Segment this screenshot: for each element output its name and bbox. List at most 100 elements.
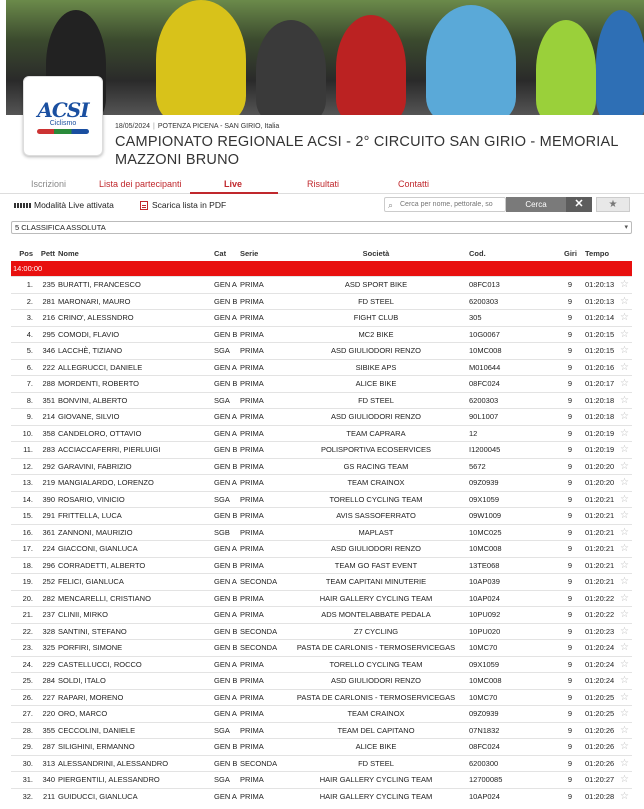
star-outline-icon[interactable]: ☆ <box>620 360 629 376</box>
col-header-pett[interactable]: Pett <box>37 246 55 261</box>
table-row[interactable]: 20. 282 MENCARELLI, CRISTIANO GEN B PRIMA HAI… <box>11 589 632 607</box>
table-row[interactable]: 32. 211 GUIDUCCI, GIANLUCA GEN A PRIMA HAIR G… <box>11 787 632 805</box>
table-row[interactable]: 27. 220 ORO, MARCO GEN A PRIMA TEAM CRAINOX 09… <box>11 705 632 722</box>
star-outline-icon[interactable]: ☆ <box>620 739 629 755</box>
table-row[interactable]: 9. 214 GIOVANE, SILVIO GEN A PRIMA ASD GIULIO… <box>11 408 632 425</box>
tab-contatti[interactable]: Contatti <box>398 179 429 189</box>
search-input[interactable] <box>400 201 504 208</box>
col-header-cod[interactable]: Cod. <box>469 246 486 261</box>
table-row[interactable]: 6. 222 ALLEGRUCCI, DANIELE GEN A PRIMA SIBIKE… <box>11 358 632 376</box>
table-row[interactable]: 12. 292 GARAVINI, FABRIZIO GEN B PRIMA GS RAC… <box>11 457 632 475</box>
star-outline-icon[interactable]: ☆ <box>620 294 629 310</box>
row-category: GEN B <box>214 643 238 652</box>
row-time: 01:20:21 <box>585 544 615 553</box>
star-outline-icon[interactable]: ☆ <box>620 426 629 442</box>
download-pdf-link[interactable]: Scarica lista in PDF <box>140 200 226 210</box>
table-row[interactable]: 22. 328 SANTINI, STEFANO GEN B SECONDA Z7 CYC… <box>11 622 632 640</box>
tab-risultati[interactable]: Risultati <box>307 179 339 189</box>
table-row[interactable]: 18. 296 CORRADETTI, ALBERTO GEN B PRIMA TEAM … <box>11 556 632 574</box>
table-row[interactable]: 31. 340 PIERGENTILI, ALESSANDRO SGA PRIMA HAI… <box>11 771 632 788</box>
star-outline-icon[interactable]: ☆ <box>620 327 629 343</box>
star-outline-icon[interactable]: ☆ <box>620 591 629 607</box>
table-row[interactable]: 4. 295 COMODI, FLAVIO GEN B PRIMA MC2 BIKE 10G… <box>11 325 632 343</box>
star-outline-icon[interactable]: ☆ <box>620 541 629 557</box>
table-row[interactable]: 21. 237 CLINII, MIRKO GEN A PRIMA ADS MONTELA… <box>11 606 632 623</box>
star-outline-icon[interactable]: ☆ <box>620 508 629 524</box>
table-row[interactable]: 29. 287 SILIGHINI, ERMANNO GEN B PRIMA ALICE … <box>11 738 632 755</box>
clear-search-button[interactable]: ✕ <box>566 197 592 212</box>
row-laps: 9 <box>567 445 573 454</box>
table-row[interactable]: 23. 325 PORFIRI, SIMONE GEN B SECONDA PASTA D… <box>11 639 632 656</box>
star-outline-icon[interactable]: ☆ <box>620 756 629 772</box>
row-bib: 235 <box>42 280 55 289</box>
table-row[interactable]: 2. 281 MARONARI, MAURO GEN B PRIMA FD STEEL 62… <box>11 292 632 310</box>
table-row[interactable]: 8. 351 BONVINI, ALBERTO SGA PRIMA FD STEEL 620… <box>11 391 632 409</box>
star-outline-icon[interactable]: ☆ <box>620 673 629 689</box>
star-outline-icon[interactable]: ☆ <box>620 475 629 491</box>
table-row[interactable]: 25. 284 SOLDI, ITALO GEN B PRIMA ASD GIULIODO… <box>11 672 632 689</box>
table-row[interactable]: 5. 346 LACCHÈ, TIZIANO SGA PRIMA ASD GIULIODO… <box>11 342 632 359</box>
col-header-societa[interactable]: Società <box>291 246 461 261</box>
event-meta: 18/05/2024 | POTENZA PICENA - SAN GIRIO, I… <box>115 123 279 130</box>
star-outline-icon[interactable]: ☆ <box>620 376 629 392</box>
col-header-giri[interactable]: Giri <box>564 246 577 261</box>
tab-live[interactable]: Live <box>224 179 242 189</box>
row-series: PRIMA <box>240 461 264 471</box>
row-name: CANDELORO, OTTAVIO <box>58 428 142 438</box>
tab-iscrizioni[interactable]: Iscrizioni <box>31 179 66 189</box>
star-outline-icon[interactable]: ☆ <box>620 442 629 458</box>
row-laps: 9 <box>567 280 573 289</box>
table-row[interactable]: 10. 358 CANDELORO, OTTAVIO GEN A PRIMA TEAM C… <box>11 424 632 442</box>
live-mode-toggle[interactable]: Modalità Live attivata <box>14 200 114 210</box>
ranking-select[interactable]: 5 CLASSIFICA ASSOLUTA ▾ <box>11 221 632 234</box>
star-outline-icon[interactable]: ☆ <box>620 706 629 722</box>
star-outline-icon[interactable]: ☆ <box>620 574 629 590</box>
table-row[interactable]: 11. 283 ACCIACCAFERRI, PIERLUIGI GEN B PRIMA… <box>11 441 632 458</box>
table-row[interactable]: 26. 227 RAPARI, MORENO GEN A PRIMA PASTA DE C… <box>11 688 632 706</box>
col-header-pos[interactable]: Pos <box>13 246 33 261</box>
star-outline-icon[interactable]: ☆ <box>620 409 629 425</box>
table-row[interactable]: 7. 288 MORDENTI, ROBERTO GEN B PRIMA ALICE BI… <box>11 375 632 392</box>
tab-lista-partecipanti[interactable]: Lista dei partecipanti <box>99 179 182 189</box>
row-time: 01:20:26 <box>585 742 615 751</box>
star-outline-icon[interactable]: ☆ <box>620 657 629 673</box>
table-row[interactable]: 28. 355 CECCOLINI, DANIELE SGA PRIMA TEAM DEL… <box>11 721 632 739</box>
star-outline-icon[interactable]: ☆ <box>620 492 629 508</box>
table-row[interactable]: 3. 216 CRINO', ALESSNDRO GEN A PRIMA FIGHT CL… <box>11 309 632 326</box>
star-outline-icon[interactable]: ☆ <box>620 690 629 706</box>
star-outline-icon[interactable]: ☆ <box>620 393 629 409</box>
table-row[interactable]: 14. 390 ROSARIO, VINICIO SGA PRIMA TORELLO CY… <box>11 490 632 508</box>
star-outline-icon[interactable]: ☆ <box>620 723 629 739</box>
star-outline-icon[interactable]: ☆ <box>620 558 629 574</box>
row-laps: 9 <box>567 791 573 801</box>
table-row[interactable]: 1. 235 BURATTI, FRANCESCO GEN A PRIMA ASD SPO… <box>11 276 632 293</box>
star-outline-icon[interactable]: ☆ <box>620 343 629 359</box>
table-row[interactable]: 30. 313 ALESSANDRINI, ALESSANDRO GEN B SECON… <box>11 754 632 772</box>
row-name: GUIDUCCI, GIANLUCA <box>58 791 138 801</box>
star-outline-icon[interactable]: ☆ <box>620 525 629 541</box>
star-outline-icon[interactable]: ☆ <box>620 624 629 640</box>
star-outline-icon[interactable]: ☆ <box>620 607 629 623</box>
star-outline-icon[interactable]: ☆ <box>620 789 629 805</box>
col-header-cat[interactable]: Cat <box>214 246 226 261</box>
table-row[interactable]: 19. 252 FELICI, GIANLUCA GEN A SECONDA TEAM C… <box>11 573 632 590</box>
star-outline-icon[interactable]: ☆ <box>620 640 629 656</box>
col-header-tempo[interactable]: Tempo <box>585 246 609 261</box>
search-button[interactable]: Cerca <box>506 197 566 212</box>
table-row[interactable]: 15. 291 FRITTELLA, LUCA GEN B PRIMA AVIS SASS… <box>11 507 632 524</box>
table-row[interactable]: 16. 361 ZANNONI, MAURIZIO SGB PRIMA MAPLAST 10… <box>11 523 632 541</box>
table-row[interactable]: 24. 229 CASTELLUCCI, ROCCO GEN A PRIMA TORELL… <box>11 655 632 673</box>
row-pos: 3. <box>26 313 33 322</box>
row-category: SGB <box>214 527 230 537</box>
col-header-serie[interactable]: Serie <box>240 246 258 261</box>
star-outline-icon[interactable]: ☆ <box>620 310 629 326</box>
star-outline-icon[interactable]: ☆ <box>620 772 629 788</box>
row-pos: 20. <box>22 593 33 603</box>
star-outline-icon[interactable]: ☆ <box>620 459 629 475</box>
col-header-name[interactable]: Nome <box>58 246 79 261</box>
star-outline-icon[interactable]: ☆ <box>620 277 629 293</box>
row-time: 01:20:21 <box>585 577 615 586</box>
table-row[interactable]: 13. 219 MANGIALARDO, LORENZO GEN A PRIMA TEAM… <box>11 474 632 491</box>
table-row[interactable]: 17. 224 GIACCONI, GIANLUCA GEN A PRIMA ASD GI… <box>11 540 632 557</box>
favorites-filter-button[interactable]: ★ <box>596 197 630 212</box>
